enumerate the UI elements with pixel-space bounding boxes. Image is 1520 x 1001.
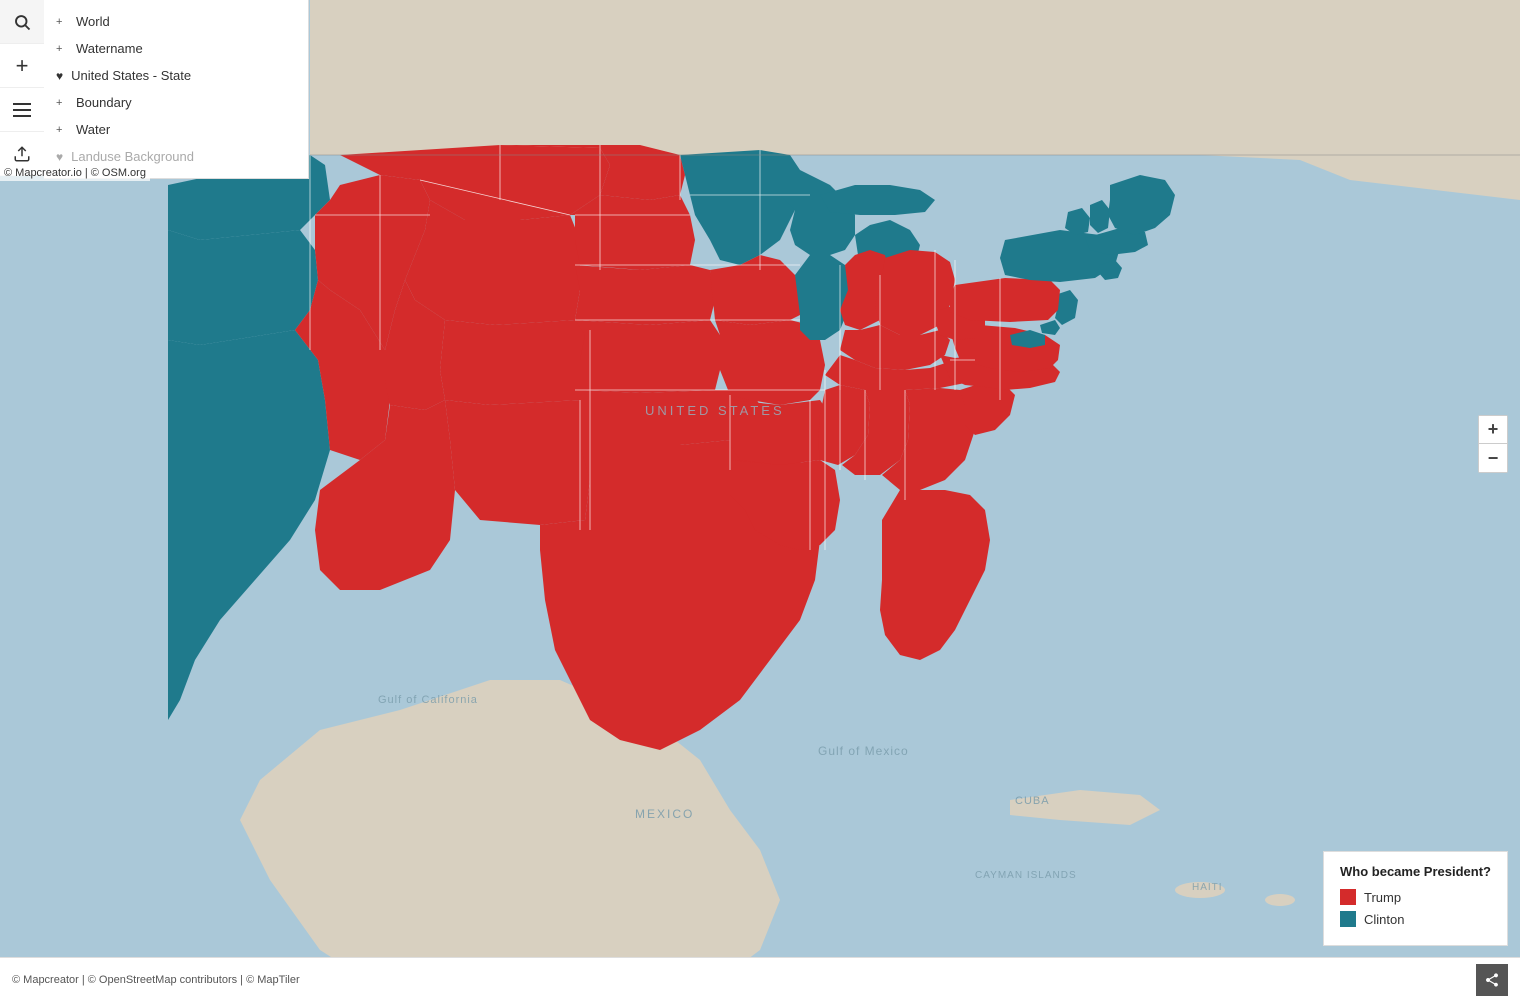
layer-us-state-label: United States - State (71, 68, 191, 83)
cuba-label: CUBA (1015, 795, 1050, 807)
map-container: UNITED STATES Gulf of California Gulf of… (0, 0, 1520, 1001)
trump-color-swatch (1340, 889, 1356, 905)
cayman-label: CAYMAN ISLANDS (975, 870, 1077, 881)
legend-trump-label: Trump (1364, 890, 1401, 905)
layer-us-state[interactable]: ♥ United States - State (44, 62, 308, 89)
legend-clinton-label: Clinton (1364, 912, 1404, 927)
legend-item-trump: Trump (1340, 889, 1491, 905)
menu-button[interactable] (0, 88, 44, 132)
layer-landuse-label: Landuse Background (71, 149, 194, 164)
add-layer-button[interactable]: + (0, 44, 44, 88)
layer-panel: + World + Watername ♥ United States - St… (44, 0, 309, 179)
gulf-mexico-label: Gulf of Mexico (818, 744, 909, 758)
heart-icon-2: ♥ (56, 150, 63, 164)
gulf-california-label: Gulf of California (378, 694, 478, 706)
attribution-bottom: © Mapcreator | © OpenStreetMap contribut… (0, 957, 1520, 1001)
share-button[interactable] (1476, 964, 1508, 996)
mexico-label: MEXICO (635, 807, 694, 821)
plus-icon: + (56, 16, 68, 28)
attribution-top: © Mapcreator.io | © OSM.org (0, 165, 150, 181)
us-map-label: UNITED STATES (645, 403, 785, 418)
haiti-label: HAITI (1192, 882, 1223, 893)
layer-boundary-label: Boundary (76, 95, 132, 110)
legend-item-clinton: Clinton (1340, 911, 1491, 927)
layer-watername-label: Watername (76, 41, 143, 56)
search-button[interactable] (0, 0, 44, 44)
plus-icon-4: + (56, 124, 68, 136)
heart-icon: ♥ (56, 69, 63, 83)
map-legend: Who became President? Trump Clinton (1323, 851, 1508, 946)
layer-watername[interactable]: + Watername (44, 35, 308, 62)
plus-icon-2: + (56, 43, 68, 55)
layer-water-label: Water (76, 122, 110, 137)
clinton-color-swatch (1340, 911, 1356, 927)
layer-world[interactable]: + World (44, 8, 308, 35)
layer-world-label: World (76, 14, 110, 29)
layer-water[interactable]: + Water (44, 116, 308, 143)
toolbar: + (0, 0, 44, 176)
zoom-controls: + − (1478, 415, 1508, 473)
plus-icon-3: + (56, 97, 68, 109)
zoom-in-button[interactable]: + (1479, 416, 1507, 444)
layer-boundary[interactable]: + Boundary (44, 89, 308, 116)
zoom-out-button[interactable]: − (1479, 444, 1507, 472)
legend-title: Who became President? (1340, 864, 1491, 879)
